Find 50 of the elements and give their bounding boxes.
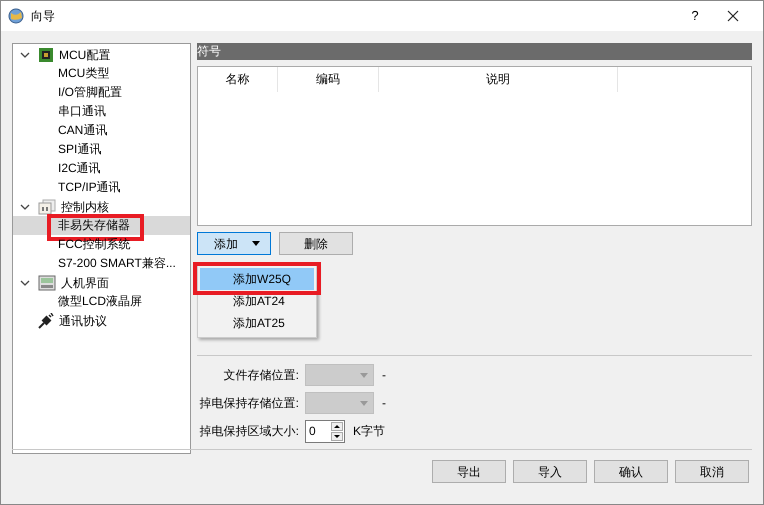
caret-icon [360,372,368,378]
caret-icon [360,400,368,406]
tree-item[interactable]: 通讯协议 [59,312,107,330]
field-label: 文件存储位置: [222,367,300,384]
spin-arrows-icon[interactable] [331,422,343,440]
module-icon [38,198,56,214]
chevron-icon[interactable] [20,202,30,212]
column-header[interactable]: 说明 [379,67,618,92]
dialog-button[interactable]: 确认 [594,460,668,483]
chevron-icon[interactable] [20,278,30,288]
menu-item[interactable]: 添加W25Q [200,268,314,290]
menu-item[interactable]: 添加AT24 [200,290,314,312]
tree-item[interactable]: CAN通讯 [13,121,190,140]
dialog-button[interactable]: 导出 [432,460,506,483]
tree-item[interactable]: MCU类型 [13,64,190,83]
dialog-button[interactable]: 取消 [675,460,749,483]
tree-item[interactable]: 人机界面 [61,274,109,292]
tree-item[interactable]: S7-200 SMART兼容... [13,254,190,273]
tree-item[interactable]: FCC控制系统 [13,235,190,254]
tree-item[interactable]: 微型LCD液晶屏 [13,292,190,311]
tree-item[interactable]: I2C通讯 [13,159,190,178]
close-icon [727,10,739,22]
tree-item[interactable]: 串口通讯 [13,102,190,121]
number-spinner[interactable]: 0 [305,420,345,442]
delete-button[interactable]: 删除 [279,232,353,255]
window-title: 向导 [31,8,55,25]
menu-item[interactable]: 添加AT25 [200,312,314,334]
field-suffix: - [382,367,386,384]
help-button[interactable]: ? [680,4,710,28]
chip-icon [38,46,54,62]
column-header[interactable]: 编码 [278,67,379,92]
field-suffix: - [382,395,386,412]
add-dropdown-button[interactable]: 添加 [197,232,271,255]
panel-icon [38,274,56,290]
globe-icon [8,8,24,24]
field-label: 掉电保持区域大小: [198,423,300,440]
column-header[interactable]: 名称 [198,67,278,92]
caret-icon [252,241,260,246]
tree-item[interactable]: 控制内核 [61,198,109,216]
plug-icon [38,312,54,328]
field-suffix: K字节 [353,423,386,440]
field-label: 掉电保持存储位置: [198,395,300,412]
tree-item[interactable]: I/O管脚配置 [13,83,190,102]
tree-item[interactable]: MCU配置 [59,46,110,64]
chevron-icon[interactable] [20,50,30,60]
tree-item[interactable]: 非易失存储器 [13,216,190,235]
section-header: 符号 [197,43,752,60]
tree-item[interactable]: SPI通讯 [13,140,190,159]
tree-item[interactable]: TCP/IP通讯 [13,178,190,197]
dialog-button[interactable]: 导入 [513,460,587,483]
